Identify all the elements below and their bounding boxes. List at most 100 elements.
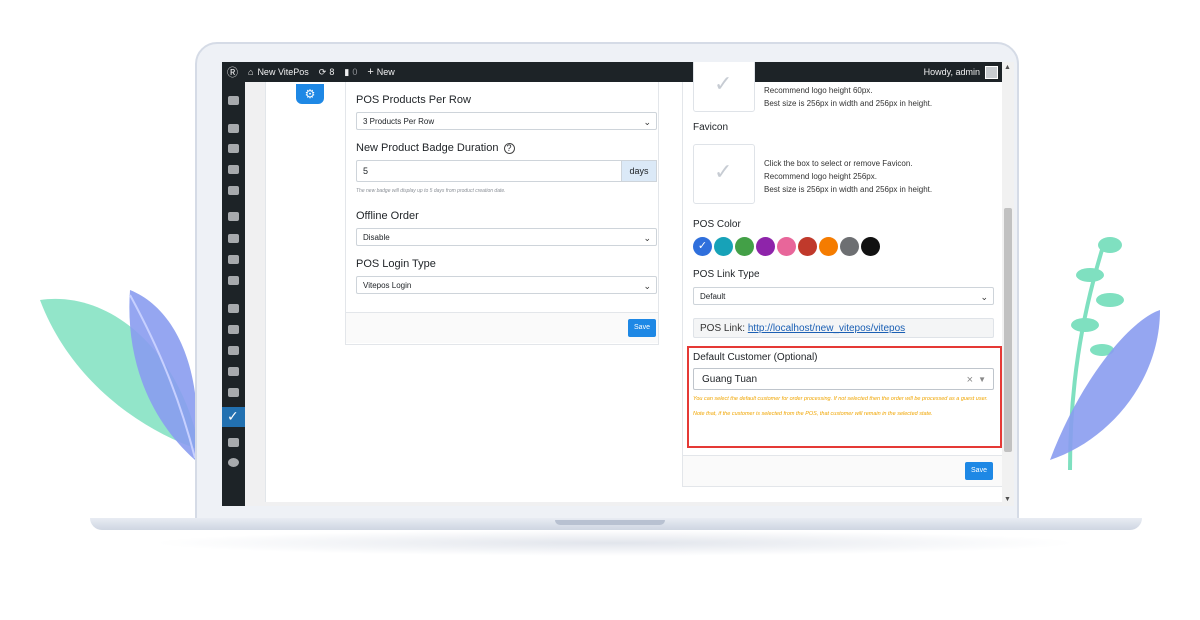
checkmark-icon: ✓	[714, 71, 733, 96]
left-card-footer: Save	[346, 312, 658, 343]
translate-icon[interactable]	[228, 438, 239, 447]
pos-link-url[interactable]: http://localhost/new_vitepos/vitepos	[748, 323, 905, 334]
login-type-select[interactable]: Vitepos Login ⌄	[356, 276, 657, 294]
pages-icon[interactable]	[228, 165, 239, 174]
offline-order-select[interactable]: Disable ⌄	[356, 228, 657, 246]
color-swatch[interactable]	[777, 237, 796, 256]
checkmark-icon: ✓	[714, 159, 733, 184]
posts-pin-icon[interactable]	[228, 124, 239, 133]
logo-info-line: Best size is 256px in width and 256px in…	[764, 99, 933, 108]
vertical-scrollbar[interactable]: ▲ ▼	[1002, 62, 1014, 506]
offline-order-value: Disable	[363, 233, 390, 242]
comments-link[interactable]: ▮ 0	[344, 67, 357, 78]
chevron-down-icon: ⌄	[643, 117, 651, 127]
color-swatch[interactable]	[714, 237, 733, 256]
plus-icon: +	[367, 66, 374, 78]
analytics-icon[interactable]	[228, 255, 239, 264]
settings-panel: ⚙ POS Products Per Row 3 Products Per Ro…	[265, 62, 1006, 502]
favicon-info: Click the box to select or remove Favico…	[764, 157, 932, 196]
chevron-down-icon: ⌄	[980, 292, 988, 302]
dashboard-icon[interactable]	[228, 96, 239, 105]
site-name: New VitePos	[257, 67, 309, 77]
caret-down-icon[interactable]: ▼	[978, 369, 986, 391]
badge-help-text: The new badge will display up to 5 days …	[356, 188, 506, 194]
tools-icon[interactable]	[228, 367, 239, 376]
media-icon[interactable]	[228, 144, 239, 153]
logo-info: Recommend logo height 60px. Best size is…	[764, 84, 932, 110]
plugins-icon[interactable]	[228, 325, 239, 334]
products-per-row-select[interactable]: 3 Products Per Row ⌄	[356, 112, 657, 130]
content-area: ⚙ POS Products Per Row 3 Products Per Ro…	[245, 62, 1006, 506]
pos-link-label: POS Link:	[700, 323, 746, 334]
favicon-upload-box[interactable]: ✓	[693, 144, 755, 204]
login-type-label: POS Login Type	[356, 258, 436, 270]
site-home-link[interactable]: ⌂ New VitePos	[248, 67, 309, 77]
play-icon[interactable]	[228, 458, 239, 467]
updates-count: 8	[329, 67, 335, 77]
laptop-shadow	[150, 530, 1080, 556]
account-menu[interactable]: Howdy, admin	[923, 65, 998, 79]
admin-sidebar: ✓	[222, 82, 245, 506]
offline-order-label: Offline Order	[356, 210, 419, 222]
vitepos-check-icon: ✓	[227, 408, 239, 424]
appearance-icon[interactable]	[228, 304, 239, 313]
comments-icon[interactable]	[228, 186, 239, 195]
wordpress-logo-icon[interactable]: Ⓡ	[227, 64, 238, 80]
branding-settings-card: ✓ Recommend logo height 60px. Best size …	[682, 62, 1006, 487]
howdy-text: Howdy, admin	[923, 67, 980, 77]
chevron-down-icon: ⌄	[643, 281, 651, 291]
favicon-info-line: Click the box to select or remove Favico…	[764, 159, 913, 168]
gear-icon[interactable]: ⚙	[296, 84, 324, 104]
help-circle-icon[interactable]: ?	[503, 143, 515, 154]
color-swatch[interactable]	[735, 237, 754, 256]
decorative-leaf-right	[1050, 237, 1160, 471]
default-customer-value: Guang Tuan	[702, 374, 758, 385]
screen: Ⓡ ⌂ New VitePos ⟳ 8 ▮ 0 + New Howdy, adm…	[222, 62, 1014, 506]
new-label: New	[376, 67, 395, 77]
color-swatches: ✓	[693, 237, 882, 256]
users-icon[interactable]	[228, 346, 239, 355]
color-swatch[interactable]	[861, 237, 880, 256]
comment-icon: ▮	[344, 66, 350, 77]
favicon-info-line: Recommend logo height 256px.	[764, 172, 877, 181]
color-swatch[interactable]	[798, 237, 817, 256]
laptop-notch	[555, 520, 665, 525]
login-type-value: Vitepos Login	[363, 281, 412, 290]
products-icon[interactable]	[228, 234, 239, 243]
marketing-icon[interactable]	[228, 276, 239, 285]
link-type-value: Default	[700, 292, 726, 301]
new-content-link[interactable]: + New	[367, 66, 394, 78]
badge-duration-input[interactable]: 5	[356, 160, 622, 182]
badge-duration-unit: days	[622, 160, 657, 182]
chevron-down-icon: ⌄	[643, 233, 651, 243]
default-customer-select[interactable]: Guang Tuan × ▼	[693, 368, 994, 390]
color-swatch-selected[interactable]: ✓	[693, 237, 712, 256]
refresh-icon: ⟳	[318, 66, 327, 77]
link-type-label: POS Link Type	[693, 269, 760, 280]
save-button-left[interactable]: Save	[628, 319, 656, 337]
favicon-label: Favicon	[693, 122, 729, 133]
woocommerce-icon[interactable]	[228, 212, 239, 221]
badge-duration-group: 5 days	[356, 160, 657, 182]
link-type-select[interactable]: Default ⌄	[693, 287, 994, 305]
avatar	[985, 65, 998, 79]
right-card-footer: Save	[683, 455, 1005, 486]
logo-upload-box[interactable]: ✓	[693, 62, 755, 112]
color-swatch[interactable]	[819, 237, 838, 256]
comments-count: 0	[352, 67, 358, 77]
badge-duration-label: New Product Badge Duration ?	[356, 142, 515, 154]
save-button-right[interactable]: Save	[965, 462, 993, 480]
sidebar-item-vitepos[interactable]: ✓	[222, 407, 245, 427]
pos-color-label: POS Color	[693, 219, 741, 230]
scroll-down-icon[interactable]: ▼	[1004, 496, 1011, 503]
clear-icon[interactable]: ×	[967, 369, 973, 391]
products-per-row-label: POS Products Per Row	[356, 94, 471, 106]
updates-link[interactable]: ⟳ 8	[319, 67, 335, 78]
color-swatch[interactable]	[840, 237, 859, 256]
color-swatch[interactable]	[756, 237, 775, 256]
products-per-row-value: 3 Products Per Row	[363, 117, 435, 126]
scroll-up-icon[interactable]: ▲	[1004, 64, 1011, 71]
scrollbar-thumb[interactable]	[1004, 208, 1012, 452]
badge-duration-label-text: New Product Badge Duration	[356, 142, 499, 154]
settings-icon[interactable]	[228, 388, 239, 397]
